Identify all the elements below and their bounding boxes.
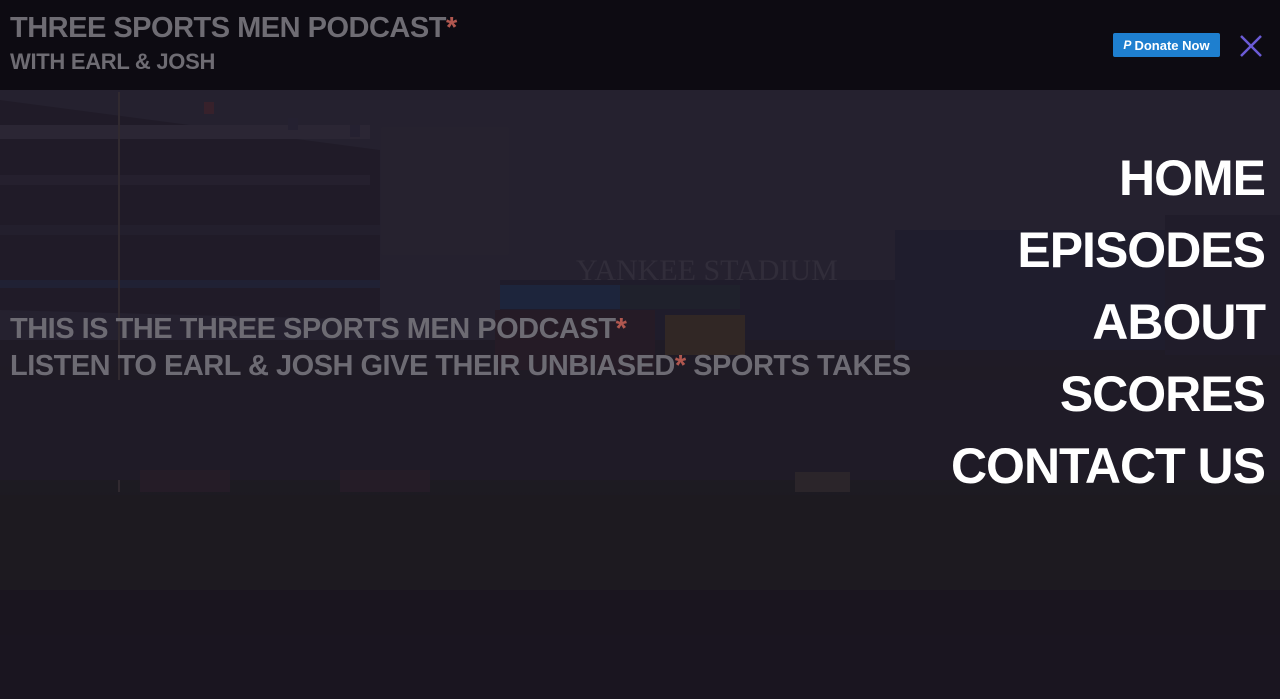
page: YANKEE STADIUM THREE SPORTS MEN PODCAST*… (0, 0, 1280, 699)
close-menu-button[interactable] (1238, 33, 1264, 59)
site-header: THREE SPORTS MEN PODCAST* WITH EARL & JO… (0, 0, 1280, 90)
main-navigation: HOME EPISODES ABOUT SCORES CONTACT US (951, 142, 1266, 502)
nav-item-scores[interactable]: SCORES (1060, 358, 1266, 430)
nav-item-episodes[interactable]: EPISODES (1017, 214, 1266, 286)
site-title[interactable]: THREE SPORTS MEN PODCAST* (10, 12, 457, 45)
nav-item-contact-us[interactable]: CONTACT US (951, 430, 1266, 502)
donate-label: Donate Now (1134, 37, 1210, 53)
hero-tagline-line2: LISTEN TO EARL & JOSH GIVE THEIR UNBIASE… (10, 350, 911, 382)
hero-tagline-line1: THIS IS THE THREE SPORTS MEN PODCAST* (10, 313, 627, 345)
title-asterisk: * (445, 12, 457, 44)
nav-item-home[interactable]: HOME (1119, 142, 1266, 214)
donate-button[interactable]: P Donate Now (1113, 33, 1220, 57)
tagline-asterisk: * (615, 313, 627, 345)
close-icon (1240, 35, 1262, 57)
paypal-icon: P (1123, 38, 1132, 52)
site-subtitle: WITH EARL & JOSH (10, 49, 216, 74)
tagline-asterisk: * (674, 350, 686, 382)
nav-item-about[interactable]: ABOUT (1092, 286, 1266, 358)
